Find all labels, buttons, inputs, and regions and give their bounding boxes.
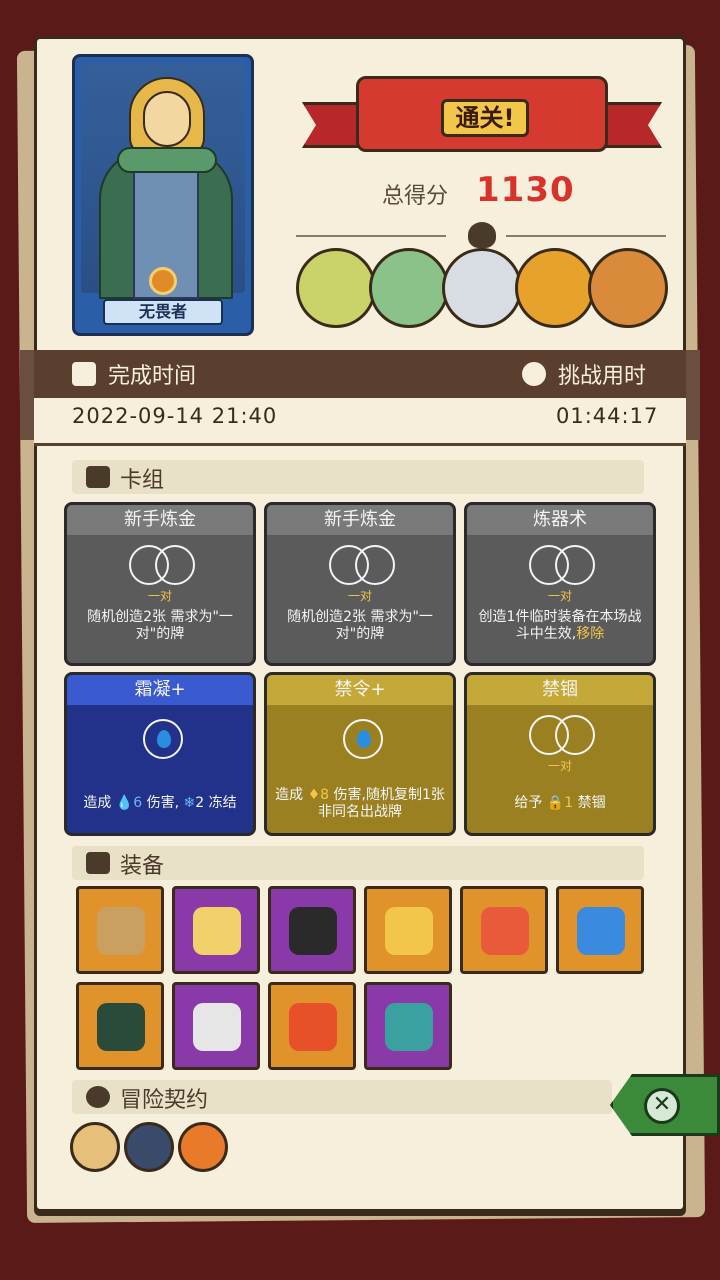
pair-rings-icon — [529, 545, 597, 585]
equipment-art — [385, 907, 433, 955]
box-icon — [86, 852, 110, 874]
water-drop-icon — [143, 719, 183, 759]
pair-rings-icon — [529, 715, 597, 755]
hero-scarf — [117, 147, 217, 173]
card-title: 禁锢 — [467, 675, 653, 705]
deck-section-header: 卡组 — [72, 460, 644, 494]
divider-left — [296, 235, 446, 237]
deck-card[interactable]: 新手炼金 一对 随机创造2张 需求为"一对"的牌 — [64, 502, 256, 666]
blue-slime-icon[interactable] — [556, 886, 644, 974]
hero-medal-icon — [149, 267, 177, 295]
cards-icon — [86, 466, 110, 488]
card-description: 随机创造2张 需求为"一对"的牌 — [87, 609, 233, 642]
card-title: 霜凝+ — [67, 675, 253, 705]
deck-card[interactable]: 禁令+ 造成 ♦8 伤害,随机复制1张非同名出战牌 — [264, 672, 456, 836]
deck-card[interactable]: 炼器术 一对 创造1件临时装备在本场战斗中生效,移除 — [464, 502, 656, 666]
card-description: 给予 🔒1 禁锢 — [514, 795, 606, 811]
explosion-icon[interactable] — [178, 1122, 228, 1172]
finish-time-value: 2022-09-14 21:40 — [72, 404, 278, 428]
card-description: 造成 ♦8 伤害,随机复制1张非同名出战牌 — [275, 787, 445, 820]
card-tag: 一对 — [147, 589, 172, 603]
equipment-art — [289, 907, 337, 955]
time-strip: 完成时间 挑战用时 2022-09-14 21:40 01:44:17 — [20, 350, 700, 446]
ring-icon[interactable] — [460, 886, 548, 974]
equipment-art — [97, 1003, 145, 1051]
boss-yeti-icon[interactable] — [442, 248, 522, 328]
card-tag: 一对 — [547, 759, 572, 773]
score-value: 1130 — [476, 170, 575, 210]
cheese-icon[interactable] — [172, 886, 260, 974]
boss-pumpkin-icon[interactable] — [515, 248, 595, 328]
horned-skull-icon — [468, 222, 496, 248]
card-title: 新手炼金 — [67, 505, 253, 535]
equipment-label: 装备 — [120, 854, 165, 879]
water-drop-icon — [343, 719, 383, 759]
flame-feather-icon[interactable] — [268, 982, 356, 1070]
hero-name: 无畏者 — [103, 299, 223, 325]
equipment-art — [481, 907, 529, 955]
equipment-art — [193, 1003, 241, 1051]
card-description: 随机创造2张 需求为"一对"的牌 — [287, 609, 433, 642]
card-title: 炼器术 — [467, 505, 653, 535]
duration-value: 01:44:17 — [556, 404, 659, 428]
equipment-art — [577, 907, 625, 955]
armor-box-icon[interactable] — [124, 1122, 174, 1172]
equipment-art — [385, 1003, 433, 1051]
card-title: 禁令+ — [267, 675, 453, 705]
horn-icon[interactable] — [76, 982, 164, 1070]
card-title: 新手炼金 — [267, 505, 453, 535]
banner-title: 通关! — [441, 99, 529, 137]
scroll-icon[interactable] — [70, 1122, 120, 1172]
crown-icon[interactable] — [364, 886, 452, 974]
pair-rings-icon — [129, 545, 197, 585]
card-tag: 一对 — [347, 589, 372, 603]
finish-time-label: 完成时间 — [108, 364, 197, 389]
mirror-icon[interactable] — [172, 982, 260, 1070]
hero-portrait — [81, 63, 245, 299]
contract-section-header: 冒险契约 — [72, 1080, 612, 1114]
boss-skeleton-dino-icon[interactable] — [296, 248, 376, 328]
dark-shard-icon[interactable] — [268, 886, 356, 974]
divider-right — [506, 235, 666, 237]
demon-mask-icon[interactable] — [364, 982, 452, 1070]
boss-green-dragon-icon[interactable] — [369, 248, 449, 328]
stopwatch-icon — [522, 362, 546, 386]
film-icon — [72, 362, 96, 386]
duration-label: 挑战用时 — [558, 364, 647, 389]
boss-crystal-golem-icon[interactable] — [588, 248, 668, 328]
deck-card[interactable]: 霜凝+ 造成 💧6 伤害, ❄2 冻结 — [64, 672, 256, 836]
card-description: 造成 💧6 伤害, ❄2 冻结 — [83, 795, 237, 811]
close-icon[interactable]: ✕ — [644, 1088, 680, 1124]
equipment-art — [193, 907, 241, 955]
equipment-art — [97, 907, 145, 955]
card-description: 创造1件临时装备在本场战斗中生效,移除 — [478, 609, 642, 642]
victory-banner: 通关! — [302, 62, 662, 168]
hero-face — [143, 91, 191, 147]
banner-body: 通关! — [356, 76, 608, 152]
deck-card[interactable]: 新手炼金 一对 随机创造2张 需求为"一对"的牌 — [264, 502, 456, 666]
deck-label: 卡组 — [120, 468, 165, 493]
score-label: 总得分 — [382, 184, 449, 209]
money-bag-icon[interactable] — [76, 886, 164, 974]
deck-card[interactable]: 禁锢 一对 给予 🔒1 禁锢 — [464, 672, 656, 836]
equipment-section-header: 装备 — [72, 846, 644, 880]
pair-rings-icon — [329, 545, 397, 585]
contract-label: 冒险契约 — [120, 1088, 209, 1113]
person-icon — [86, 1086, 110, 1108]
hero-portrait-card[interactable]: 无畏者 — [72, 54, 254, 336]
equipment-art — [289, 1003, 337, 1051]
card-tag: 一对 — [547, 589, 572, 603]
